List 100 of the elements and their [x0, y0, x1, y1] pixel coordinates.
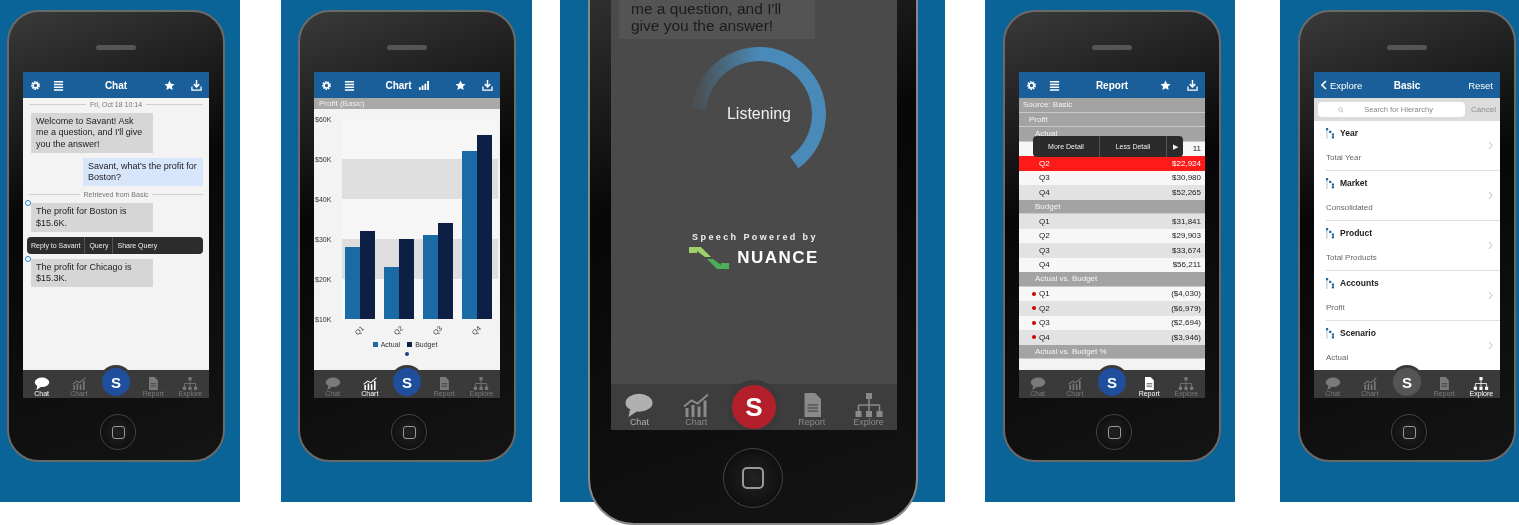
hierarchy-item[interactable]: Market Consolidated	[1326, 171, 1500, 221]
row-label: Q2	[1039, 303, 1051, 313]
line-chart-icon	[1066, 377, 1083, 390]
message-bubble: The profit for Boston is $15.6K.	[31, 203, 153, 232]
chevron-icon	[1488, 140, 1493, 150]
list-icon[interactable]	[1049, 79, 1060, 91]
legend-swatch	[372, 342, 378, 347]
row-label: Q2	[1039, 158, 1051, 168]
back-chevron-icon	[1321, 80, 1327, 90]
flag-dot	[1032, 320, 1036, 325]
speaker-grille	[387, 45, 427, 50]
row-value: ($3,946)	[1171, 332, 1201, 342]
row-label: Q4	[1039, 260, 1051, 270]
nav-title: Basic	[1393, 79, 1421, 91]
download-icon[interactable]	[482, 79, 493, 91]
home-button[interactable]	[1391, 414, 1427, 450]
chevron-icon	[1488, 240, 1493, 250]
chat-bubble-icon	[624, 393, 655, 417]
row-value: $31,841	[1172, 216, 1201, 226]
row-value: $33,674	[1172, 245, 1201, 255]
star-icon[interactable]	[1160, 79, 1171, 91]
row-value: ($6,979)	[1171, 303, 1201, 313]
home-button[interactable]	[391, 414, 427, 450]
hierarchy-icon	[1473, 377, 1490, 390]
hierarchy-item[interactable]: Year Total Year	[1326, 121, 1500, 171]
hierarchy-item[interactable]: Accounts Profit	[1326, 271, 1500, 321]
nav-title: Chat	[104, 79, 128, 91]
chat-bubble-icon	[324, 377, 341, 390]
assistant-button[interactable]: S	[727, 380, 781, 430]
message-bubble: me a question, and I'll give you the answer!	[619, 0, 815, 39]
hierarchy-tree-icon	[1326, 127, 1335, 139]
settings-icon[interactable]	[1026, 79, 1037, 91]
download-icon[interactable]	[1187, 79, 1198, 91]
listening-status: Listening	[726, 105, 791, 123]
flag-dot	[1032, 335, 1036, 340]
star-icon[interactable]	[455, 79, 466, 91]
row-label: Q4	[1039, 187, 1051, 197]
row-label: Q3	[1039, 318, 1051, 328]
row-value: $29,903	[1172, 231, 1201, 241]
row-label: Q1	[1039, 289, 1051, 299]
row-label: Q3	[1039, 245, 1051, 255]
hierarchy-tree-icon	[1326, 277, 1335, 289]
flag-dot	[1032, 306, 1036, 311]
hierarchy-icon	[1178, 377, 1195, 390]
back-button[interactable]: Explore	[1321, 79, 1363, 91]
speech-logo-icon	[689, 245, 730, 271]
row-value: 11	[1192, 144, 1201, 154]
row-value: $30,980	[1172, 173, 1201, 183]
chat-bubble-icon	[1029, 377, 1046, 390]
bar-chart-icon[interactable]	[417, 79, 429, 91]
line-chart-icon	[70, 377, 87, 390]
home-button[interactable]	[1096, 414, 1132, 450]
reset-button[interactable]: Reset	[1468, 79, 1493, 91]
nav-title: Report	[1095, 79, 1129, 91]
brand-name: NUANCE	[737, 248, 819, 268]
nav-title: Chart	[385, 79, 412, 91]
hierarchy-item[interactable]: Product Total Products	[1326, 221, 1500, 271]
hierarchy-tree-icon	[1326, 227, 1335, 239]
chevron-icon	[1488, 290, 1493, 300]
tab[interactable]: Chat	[613, 393, 666, 430]
hierarchy-icon	[473, 377, 490, 390]
chat-bubble-icon	[1324, 377, 1341, 390]
row-value: $52,265	[1172, 187, 1201, 197]
speaker-grille	[1092, 45, 1132, 50]
chevron-icon	[1488, 340, 1493, 350]
report-row[interactable]: Q3 $33,674	[1019, 243, 1205, 258]
speaker-grille	[96, 45, 136, 50]
settings-icon[interactable]	[321, 79, 332, 91]
powered-by-label: Speech Powered by	[692, 232, 818, 242]
report-row[interactable]: Q4 $52,265	[1019, 185, 1205, 200]
list-icon[interactable]	[53, 79, 64, 91]
row-label: Q1	[1039, 216, 1051, 226]
line-chart-icon	[361, 377, 378, 390]
legend-swatch	[407, 342, 413, 347]
message-bubble: Welcome to Savant! Ask me a question, and I'll give you the answer!	[31, 113, 153, 153]
settings-icon[interactable]	[30, 79, 41, 91]
list-icon[interactable]	[344, 79, 355, 91]
flag-dot	[1032, 291, 1036, 296]
row-value: ($2,694)	[1171, 318, 1201, 328]
speaker-grille	[1387, 45, 1427, 50]
message-bubble: The profit for Chicago is $15.3K.	[31, 258, 153, 288]
hierarchy-tree-icon	[1326, 327, 1335, 339]
home-button[interactable]	[100, 414, 136, 450]
hierarchy-icon	[182, 377, 199, 390]
star-icon[interactable]	[164, 79, 175, 91]
hierarchy-icon	[853, 393, 884, 417]
report-row[interactable]: Q4 ($3,946)	[1019, 330, 1205, 345]
page-indicator	[405, 352, 409, 356]
report-row[interactable]: Q1 $31,841	[1019, 214, 1205, 229]
download-icon[interactable]	[191, 79, 202, 91]
message-bubble: Savant, what's the profit for Boston?	[83, 157, 203, 187]
report-row[interactable]: Q2 ($6,979)	[1019, 301, 1205, 316]
chat-bubble-icon	[33, 377, 50, 390]
row-value: $22,924	[1172, 158, 1201, 168]
row-label: Q4	[1039, 332, 1051, 342]
search-icon	[1338, 106, 1344, 113]
row-label: Q3	[1039, 173, 1051, 183]
hierarchy-tree-icon	[1326, 177, 1335, 189]
row-value: $56,211	[1172, 260, 1201, 270]
line-chart-icon	[1361, 377, 1378, 390]
